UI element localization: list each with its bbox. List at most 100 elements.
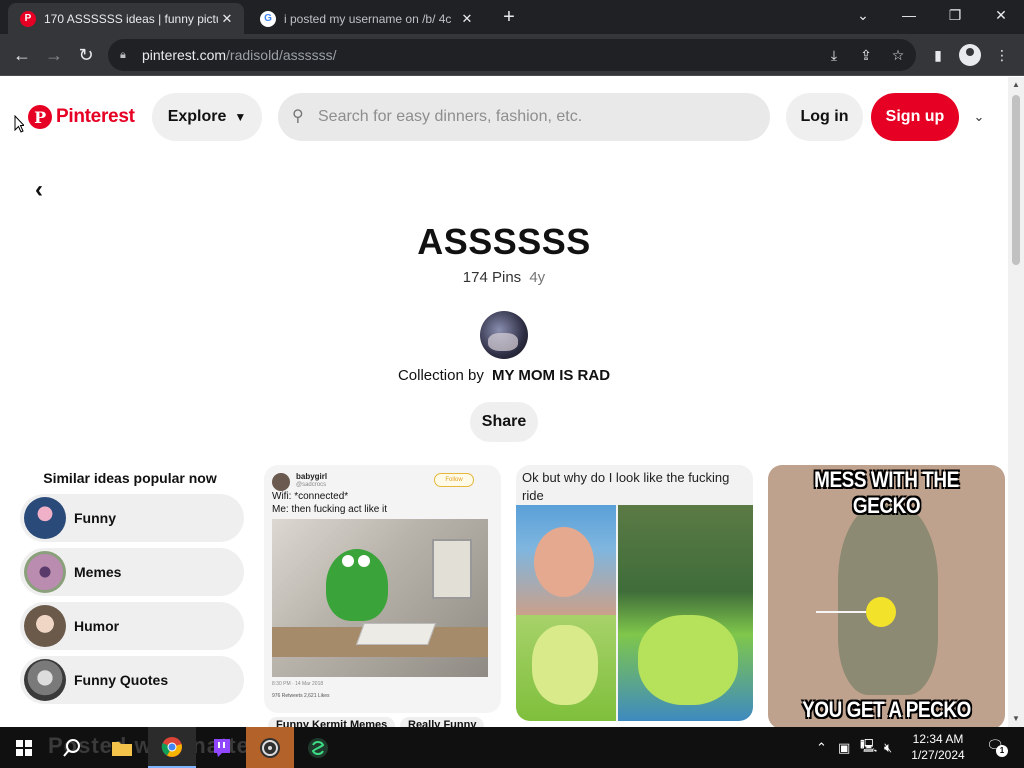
network-icon[interactable]: 🖳︎: [860, 727, 877, 768]
search-icon[interactable]: [48, 727, 96, 768]
windows-start-icon[interactable]: [0, 727, 48, 768]
tweet-author: babygirl: [296, 472, 328, 481]
login-button[interactable]: Log in: [786, 93, 863, 141]
collection-prefix: Collection by: [397, 367, 484, 384]
tweet-timestamp: 8:30 PM · 14 Mar 2018: [272, 681, 324, 687]
idea-label: Humor: [74, 618, 120, 634]
volume-muted-icon[interactable]: 🔇︎: [884, 727, 892, 768]
browser-toolbar: ← → ↻ 🔒︎ pinterest.com/radisold/assssss/…: [0, 34, 1024, 76]
pinterest-logo[interactable]: P Pinterest: [28, 105, 135, 129]
minimize-icon[interactable]: —: [886, 0, 932, 30]
meme-photo-caterpillar-face: [516, 615, 616, 721]
chrome-icon[interactable]: [148, 727, 196, 768]
signup-button[interactable]: Sign up: [871, 93, 959, 141]
pin-kermit-tweet[interactable]: babygirl @sadcrocs Follow Wifi: *connect…: [264, 465, 501, 713]
clock-date: 1/27/2024: [911, 748, 965, 762]
board-title: ASSSSSS: [417, 221, 591, 262]
meme-photo-person: [516, 505, 616, 615]
windows-taskbar: Posted wasanattempt ⌃ ▣ 🖳︎ 🔇︎ 12:34 AM 1…: [0, 727, 1024, 768]
face-shape: [534, 527, 594, 597]
app-icon[interactable]: [294, 727, 342, 768]
back-icon[interactable]: ←: [10, 43, 34, 67]
browser-tab-bar: P 170 ASSSSSS ideas | funny pictu ✕ G i …: [0, 0, 1024, 34]
obs-icon[interactable]: [246, 727, 294, 768]
tab-title: i posted my username on /b/ 4c: [284, 11, 452, 26]
needle-shape: [816, 611, 868, 613]
scrollbar-thumb[interactable]: [1012, 95, 1020, 265]
file-explorer-icon[interactable]: [98, 727, 146, 768]
monitor-shape: [432, 539, 472, 599]
idea-thumbnail: [24, 605, 66, 647]
search-bar[interactable]: ⚲: [278, 93, 770, 141]
tab-search-icon[interactable]: ⌄: [840, 0, 886, 30]
page-scrollbar[interactable]: ▲ ▼: [1008, 77, 1024, 727]
close-icon[interactable]: ✕: [218, 11, 236, 27]
mouse-cursor-icon: [14, 115, 24, 133]
similar-item-funny[interactable]: Funny: [20, 494, 244, 542]
install-icon[interactable]: ⤓: [824, 45, 844, 65]
tab-title: 170 ASSSSSS ideas | funny pictu: [44, 11, 218, 26]
idea-label: Funny: [74, 510, 116, 526]
lock-icon[interactable]: 🔒︎: [120, 49, 132, 61]
collection-credit: Collection by MY MOM IS RAD: [0, 367, 1008, 384]
similar-item-humor[interactable]: Humor: [20, 602, 244, 650]
google-icon: G: [260, 10, 276, 27]
address-bar[interactable]: 🔒︎ pinterest.com/radisold/assssss/: [108, 39, 916, 71]
board-meta: 174 Pins 4y: [0, 269, 1008, 286]
kermit-shape: [326, 549, 388, 621]
pin-chip[interactable]: Funny Kermit Memes: [268, 717, 396, 727]
similar-ideas-heading: Similar ideas popular now: [43, 470, 217, 486]
page-viewport: P Pinterest Explore ▼ ⚲ Log in Sign up ⌄…: [0, 77, 1008, 727]
share-button[interactable]: Share: [470, 402, 538, 442]
clock-time: 12:34 AM: [912, 732, 964, 746]
idea-label: Funny Quotes: [74, 672, 169, 688]
profile-icon[interactable]: [959, 44, 981, 66]
close-icon[interactable]: ✕: [458, 11, 476, 27]
keyboard-shape: [355, 623, 437, 645]
similar-item-funny-quotes[interactable]: Funny Quotes: [20, 656, 244, 704]
share-icon[interactable]: ⇪: [856, 45, 876, 65]
explore-button[interactable]: Explore ▼: [152, 93, 262, 141]
pinterest-icon: P: [28, 105, 52, 129]
back-arrow-icon[interactable]: ‹: [26, 177, 52, 203]
owner-avatar[interactable]: [480, 311, 528, 359]
new-tab-button[interactable]: +: [498, 6, 520, 28]
search-input[interactable]: [318, 108, 738, 126]
reload-icon[interactable]: ↻: [74, 43, 98, 67]
search-icon: ⚲: [292, 108, 304, 125]
caterpillar-shape: [638, 615, 738, 705]
tweet-stats: 976 Retweets 2,621 Likes: [272, 693, 330, 699]
notification-badge: 1: [996, 745, 1008, 757]
restore-icon[interactable]: ❐: [932, 0, 978, 30]
board-age: 4y: [529, 269, 546, 286]
show-hidden-icons-icon[interactable]: ⌃: [816, 727, 827, 768]
pinterest-icon: P: [20, 10, 36, 27]
star-icon[interactable]: ☆: [888, 45, 908, 65]
similar-item-memes[interactable]: Memes: [20, 548, 244, 596]
meme-photo-ride: [618, 505, 753, 721]
scroll-up-icon[interactable]: ▲: [1008, 77, 1024, 93]
meme-bottom-text: YOU GET A PECKO: [802, 697, 971, 722]
window-close-icon[interactable]: ✕: [978, 0, 1024, 30]
scroll-down-icon[interactable]: ▼: [1008, 711, 1024, 727]
pin-count: 174 Pins: [462, 269, 522, 286]
address-path: /radisold/assssss/: [226, 47, 337, 63]
chevron-down-icon: ▼: [234, 110, 247, 124]
pin-caterpillar-ride[interactable]: Ok but why do I look like the fucking ri…: [516, 465, 753, 721]
tab-google[interactable]: G i posted my username on /b/ 4c ✕: [248, 3, 484, 34]
menu-icon[interactable]: ⋮: [992, 45, 1012, 65]
security-icon[interactable]: ▣: [838, 727, 850, 768]
forward-icon[interactable]: →: [42, 43, 66, 67]
tab-pinterest[interactable]: P 170 ASSSSSS ideas | funny pictu ✕: [8, 3, 244, 34]
pin-gecko-meme[interactable]: MESS WITH THE GECKO YOU GET A PECKO: [768, 465, 1005, 727]
idea-thumbnail: [24, 659, 66, 701]
taskbar-clock[interactable]: 12:34 AM 1/27/2024: [898, 731, 978, 763]
chevron-down-icon[interactable]: ⌄: [970, 109, 988, 127]
explore-label: Explore: [167, 108, 227, 125]
notification-icon[interactable]: 🗨︎ 1: [984, 737, 1008, 757]
owner-name-link[interactable]: MY MOM IS RAD: [492, 367, 610, 384]
idea-label: Memes: [74, 564, 122, 580]
twitch-icon[interactable]: [198, 727, 246, 768]
pin-chip[interactable]: Really Funny: [400, 717, 485, 727]
sidepanel-icon[interactable]: ▮: [928, 45, 948, 65]
